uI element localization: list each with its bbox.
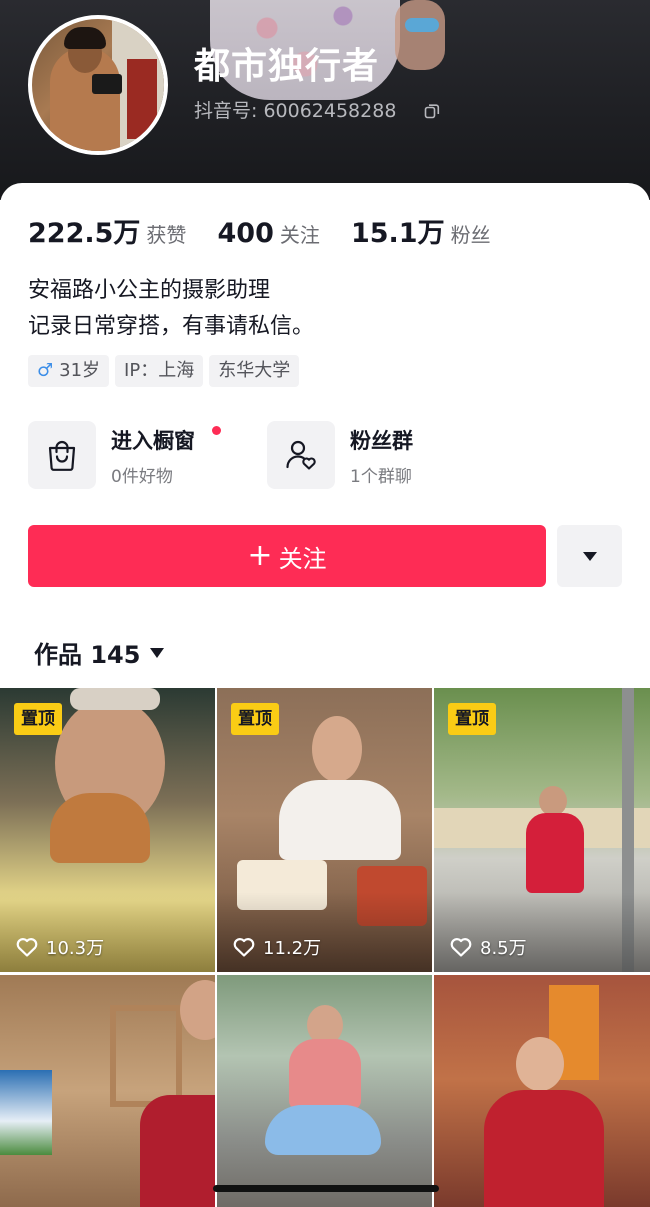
video-thumbnail[interactable] <box>434 975 650 1207</box>
video-thumbnail[interactable] <box>0 975 215 1207</box>
stat-label: 关注 <box>279 223 320 247</box>
caret-down-icon <box>150 648 165 658</box>
more-options-button[interactable] <box>557 525 622 587</box>
notification-dot <box>212 426 221 435</box>
avatar[interactable] <box>28 15 168 155</box>
heart-icon <box>450 938 472 957</box>
cover-image-detail <box>405 18 439 32</box>
stat-value: 222.5万 <box>28 218 141 249</box>
stat-likes[interactable]: 222.5万 获赞 <box>28 211 186 250</box>
fan-group-entry[interactable]: 粉丝群 1个群聊 <box>267 421 467 491</box>
video-thumbnail[interactable]: 置顶 8.5万 <box>434 688 650 972</box>
fan-group-count: 1个群聊 <box>350 467 412 487</box>
fan-group-title: 粉丝群 <box>350 429 413 453</box>
pinned-badge: 置顶 <box>231 703 279 735</box>
pinned-badge: 置顶 <box>14 703 62 735</box>
profile-tags: ♂ 31岁 IP：上海 东华大学 <box>28 355 305 387</box>
follow-button[interactable]: + 关注 <box>28 525 546 587</box>
cover-image-detail <box>395 0 445 70</box>
heart-icon <box>233 938 255 957</box>
video-thumbnail[interactable] <box>217 975 432 1207</box>
copy-icon[interactable] <box>424 103 440 119</box>
stat-label: 获赞 <box>146 223 187 247</box>
age-text: 31岁 <box>59 360 101 381</box>
shop-window-count: 0件好物 <box>111 467 173 487</box>
male-icon: ♂ <box>37 360 54 381</box>
like-count: 8.5万 <box>450 934 527 960</box>
shop-window-title: 进入橱窗 <box>111 429 195 453</box>
douyin-id: 抖音号: 60062458288 <box>194 100 397 122</box>
works-label: 作品 145 <box>34 641 141 669</box>
stat-label: 粉丝 <box>450 223 491 247</box>
stats-row: 222.5万 获赞 400 关注 15.1万 粉丝 <box>28 211 517 249</box>
tab-works[interactable]: 作品 145 <box>34 635 165 670</box>
bio: 安福路小公主的摄影助理 记录日常穿搭，有事请私信。 <box>28 273 314 345</box>
school-tag[interactable]: 东华大学 <box>209 355 300 387</box>
ip-tag: IP：上海 <box>115 355 204 387</box>
shop-window-entry[interactable]: 进入橱窗 0件好物 <box>28 421 238 491</box>
pinned-badge: 置顶 <box>448 703 496 735</box>
video-grid: 置顶 10.3万 置顶 11.2万 置顶 8.5万 <box>0 688 650 1207</box>
caret-down-icon <box>582 551 597 561</box>
home-indicator[interactable] <box>213 1185 439 1192</box>
bio-line: 安福路小公主的摄影助理 <box>28 278 271 303</box>
heart-icon <box>16 938 38 957</box>
user-heart-icon <box>267 421 335 489</box>
plus-icon: + <box>247 538 273 573</box>
stat-followers[interactable]: 15.1万 粉丝 <box>351 211 491 250</box>
username: 都市独行者 <box>194 46 380 87</box>
like-count: 11.2万 <box>233 934 321 960</box>
shopping-bag-icon <box>28 421 96 489</box>
video-thumbnail[interactable]: 置顶 10.3万 <box>0 688 215 972</box>
video-thumbnail[interactable]: 置顶 11.2万 <box>217 688 432 972</box>
profile-header: 都市独行者 抖音号: 60062458288 <box>0 0 650 200</box>
age-tag: ♂ 31岁 <box>28 355 110 387</box>
like-count-text: 11.2万 <box>263 938 322 959</box>
stat-value: 400 <box>217 218 274 249</box>
like-count-text: 8.5万 <box>480 938 527 959</box>
like-count: 10.3万 <box>16 934 104 960</box>
stat-following[interactable]: 400 关注 <box>218 218 320 249</box>
bio-line: 记录日常穿搭，有事请私信。 <box>28 314 315 339</box>
follow-label: 关注 <box>278 544 327 573</box>
stat-value: 15.1万 <box>350 218 445 249</box>
like-count-text: 10.3万 <box>46 938 105 959</box>
profile-card: 222.5万 获赞 400 关注 15.1万 粉丝 安福路小公主的摄影助理 记录日常穿… <box>0 183 650 1207</box>
